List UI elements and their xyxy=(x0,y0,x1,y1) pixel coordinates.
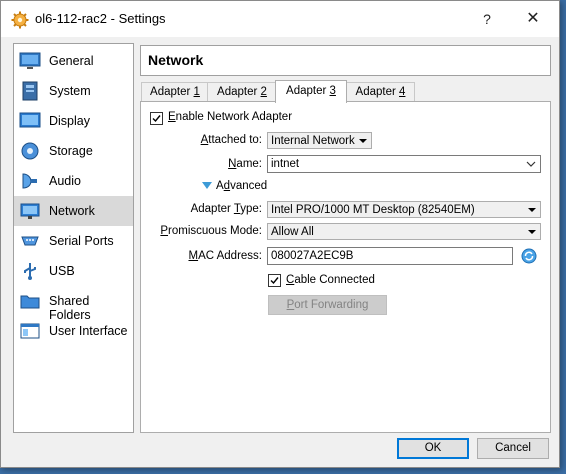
close-button[interactable]: ✕ xyxy=(513,5,553,33)
help-button[interactable]: ? xyxy=(467,5,507,33)
serial-ports-icon xyxy=(21,236,39,246)
sidebar-item-usb[interactable]: USB xyxy=(14,256,133,286)
cable-connected-label: Cable Connected xyxy=(286,274,375,286)
user-interface-icon xyxy=(20,323,40,339)
sidebar-item-audio[interactable]: Audio xyxy=(14,166,133,196)
storage-icon xyxy=(21,142,39,160)
sidebar-item-serial-ports[interactable]: Serial Ports xyxy=(14,226,133,256)
port-forwarding-button[interactable]: Port Forwarding xyxy=(268,295,387,315)
window-title: ol6-112-rac2 - Settings xyxy=(35,11,166,26)
tab-adapter-4[interactable]: Adapter 4 xyxy=(346,82,415,102)
tab-adapter-3[interactable]: Adapter 3 xyxy=(275,80,347,103)
sidebar-item-label: Audio xyxy=(49,174,81,188)
mac-address-input[interactable]: 080027A2EC9B xyxy=(267,247,513,265)
sidebar-item-label: Display xyxy=(49,114,90,128)
tab-adapter-2[interactable]: Adapter 2 xyxy=(207,82,277,102)
sidebar-item-label: USB xyxy=(49,264,75,278)
sidebar-item-shared-folders[interactable]: Shared Folders xyxy=(14,286,133,322)
name-combobox[interactable]: intnet xyxy=(267,155,541,173)
audio-icon xyxy=(22,173,37,189)
general-icon xyxy=(19,52,41,69)
shared-folders-icon xyxy=(20,295,40,309)
cable-connected-checkbox[interactable] xyxy=(268,274,281,287)
chevron-down-icon xyxy=(526,161,536,167)
tab-adapter-1[interactable]: Adapter 1 xyxy=(141,82,209,102)
adapter-type-select[interactable]: Intel PRO/1000 MT Desktop (82540EM) xyxy=(267,201,541,218)
name-label: Name: xyxy=(228,158,262,170)
dropdown-arrow-icon xyxy=(359,139,367,143)
sidebar-item-general[interactable]: General xyxy=(14,46,133,76)
sidebar-item-storage[interactable]: Storage xyxy=(14,136,133,166)
settings-category-list: General System Display Storage Audio Net… xyxy=(13,43,134,433)
enable-network-adapter-label: Enable Network Adapter xyxy=(168,111,293,123)
system-icon xyxy=(22,81,38,101)
attached-to-select[interactable]: Internal Network xyxy=(267,132,372,149)
mac-address-label: MAC Address: xyxy=(188,250,262,262)
sidebar-item-user-interface[interactable]: User Interface xyxy=(14,316,133,346)
enable-network-adapter-checkbox[interactable] xyxy=(150,112,163,125)
display-icon xyxy=(19,112,41,128)
dropdown-arrow-icon xyxy=(528,208,536,212)
attached-to-label: Attached to: xyxy=(200,134,262,146)
checkmark-icon xyxy=(152,115,161,123)
cancel-button[interactable]: Cancel xyxy=(477,438,549,459)
page-title: Network xyxy=(148,52,204,68)
promiscuous-mode-select[interactable]: Allow All xyxy=(267,223,541,240)
sidebar-item-system[interactable]: System xyxy=(14,76,133,106)
sidebar-item-display[interactable]: Display xyxy=(14,106,133,136)
settings-window: ol6-112-rac2 - Settings ? ✕ General Syst… xyxy=(0,0,560,468)
sidebar-item-label: User Interface xyxy=(49,324,128,338)
ok-button[interactable]: OK xyxy=(397,438,469,459)
adapter-settings-panel: Enable Network Adapter Attached to: Inte… xyxy=(140,101,551,433)
checkmark-icon xyxy=(270,277,279,285)
sidebar-item-label: System xyxy=(49,84,91,98)
adapter-type-label: Adapter Type: xyxy=(190,203,262,215)
page-header: Network xyxy=(140,45,551,76)
expand-triangle-icon[interactable] xyxy=(202,182,212,190)
sidebar-item-network[interactable]: Network xyxy=(14,196,133,226)
dropdown-arrow-icon xyxy=(528,230,536,234)
promiscuous-mode-label: Promiscuous Mode: xyxy=(160,225,262,237)
sidebar-item-label: Serial Ports xyxy=(49,234,114,248)
sidebar-item-label: General xyxy=(49,54,94,68)
usb-icon xyxy=(24,263,36,280)
sidebar-item-label: Storage xyxy=(49,144,93,158)
network-icon xyxy=(20,203,40,219)
sidebar-item-label: Network xyxy=(49,204,95,218)
title-bar: ol6-112-rac2 - Settings ? ✕ xyxy=(1,1,559,37)
virtualbox-app-icon xyxy=(11,11,29,29)
advanced-toggle[interactable]: Advanced xyxy=(216,180,267,192)
refresh-mac-icon[interactable] xyxy=(521,248,537,264)
